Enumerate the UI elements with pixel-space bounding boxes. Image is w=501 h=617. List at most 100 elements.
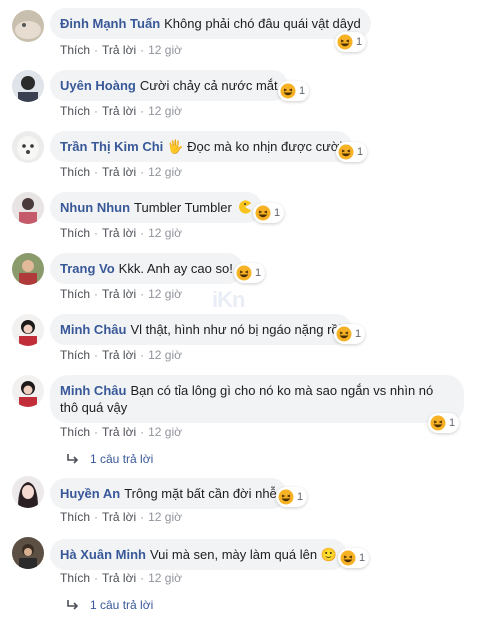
comment-text: 🖐 Đọc mà ko nhịn được cười [167,139,343,154]
comment-author[interactable]: Trần Thị Kim Chi [60,139,163,154]
comment-actions: Thích · Trả lời · 12 giờ [60,43,182,57]
comment-actions: Thích · Trả lời · 12 giờ [60,104,182,118]
comment-bubble: Đinh Mạnh Tuấn Không phải chó đâu quái vậ… [50,8,371,39]
reaction-badge[interactable]: 1 [276,487,308,507]
watermark: iKn [212,287,245,312]
comment-time[interactable]: 12 giờ [148,165,182,179]
haha-icon [336,326,352,342]
reply-link[interactable]: Trả lời [102,425,136,439]
reaction-count: 1 [359,552,366,564]
like-link[interactable]: Thích [60,226,90,240]
avatar[interactable] [12,537,44,569]
reaction-badge[interactable]: 1 [336,142,368,162]
comment-actions: Thích · Trả lời · 12 giờ [60,571,182,585]
comment-actions: Thích · Trả lời · 12 giờ [60,425,182,439]
comment-bubble: Minh Châu Vl thật, hình như nó bị ngáo nặ… [50,314,352,345]
reply-link[interactable]: Trả lời [102,287,136,301]
avatar[interactable] [12,314,44,346]
avatar[interactable] [12,70,44,102]
comment-time[interactable]: 12 giờ [148,104,182,118]
reaction-badge[interactable]: 1 [335,32,367,52]
comment-actions: Thích · Trả lời · 12 giờ [60,287,182,301]
comment-text: Không phải chó đâu quái vật dâyd [164,16,361,31]
comment-author[interactable]: Minh Châu [60,322,126,337]
comment-author[interactable]: Minh Châu [60,383,126,398]
comment-time[interactable]: 12 giờ [148,287,182,301]
comment-text: Vl thật, hình như nó bị ngáo nặng rồi [130,322,342,337]
comment-actions: Thích · Trả lời · 12 giờ [60,226,182,240]
comment-text: Trông mặt bất cần đời nhễ [124,486,277,501]
like-link[interactable]: Thích [60,571,90,585]
reaction-count: 1 [274,207,281,219]
replies-count: 1 câu trả lời [90,598,154,612]
haha-icon [236,265,252,281]
comment-bubble: Hà Xuân Minh Vui mà sen, mày làm quá lên … [50,539,347,570]
comment-time[interactable]: 12 giờ [148,571,182,585]
comment-author[interactable]: Trang Vo [60,261,115,276]
view-replies-link[interactable]: 1 câu trả lời [66,598,153,612]
comment-bubble: Huyền An Trông mặt bất cần đời nhễ [50,478,287,509]
reply-link[interactable]: Trả lời [102,104,136,118]
avatar[interactable] [12,476,44,508]
view-replies-link[interactable]: 1 câu trả lời [66,452,153,466]
comment-text: Vui mà sen, mày làm quá lên 🙂 [149,547,337,562]
comment-actions: Thích · Trả lời · 12 giờ [60,510,182,524]
reply-link[interactable]: Trả lời [102,348,136,362]
like-link[interactable]: Thích [60,165,90,179]
like-link[interactable]: Thích [60,425,90,439]
comment-time[interactable]: 12 giờ [148,510,182,524]
comment-bubble: Uyên Hoàng Cười chảy cả nước mắt [50,70,288,101]
haha-icon [338,144,354,160]
reaction-badge[interactable]: 1 [334,324,366,344]
comment-bubble: Trang Vo Kkk. Anh ay cao so! [50,253,243,284]
like-link[interactable]: Thích [60,104,90,118]
comment-author[interactable]: Hà Xuân Minh [60,547,146,562]
comment-text: Kkk. Anh ay cao so! [118,261,233,276]
reaction-count: 1 [449,417,456,429]
replies-count: 1 câu trả lời [90,452,154,466]
reaction-count: 1 [357,146,364,158]
reaction-count: 1 [299,85,306,97]
reply-link[interactable]: Trả lời [102,571,136,585]
reply-link[interactable]: Trả lời [102,165,136,179]
comment-actions: Thích · Trả lời · 12 giờ [60,165,182,179]
comment-author[interactable]: Đinh Mạnh Tuấn [60,16,160,31]
like-link[interactable]: Thích [60,287,90,301]
reaction-badge[interactable]: 1 [278,81,310,101]
avatar[interactable] [12,253,44,285]
comment-text: Cười chảy cả nước mắt [139,78,278,93]
haha-icon [278,489,294,505]
reaction-badge[interactable]: 1 [253,203,285,223]
like-link[interactable]: Thích [60,348,90,362]
reply-arrow-icon [67,600,79,610]
reaction-count: 1 [255,267,262,279]
reaction-count: 1 [297,491,304,503]
comment-actions: Thích · Trả lời · 12 giờ [60,348,182,362]
reaction-count: 1 [356,36,363,48]
reply-link[interactable]: Trả lời [102,226,136,240]
comment-time[interactable]: 12 giờ [148,43,182,57]
reply-link[interactable]: Trả lời [102,510,136,524]
like-link[interactable]: Thích [60,510,90,524]
haha-icon [337,34,353,50]
avatar[interactable] [12,375,44,407]
comment-author[interactable]: Uyên Hoàng [60,78,136,93]
comment-time[interactable]: 12 giờ [148,348,182,362]
comment-author[interactable]: Nhun Nhun [60,200,130,215]
haha-icon [430,415,446,431]
comment-time[interactable]: 12 giờ [148,425,182,439]
reaction-badge[interactable]: 1 [428,413,460,433]
comment-bubble: Minh Châu Bạn có tỉa lông gì cho nó ko mà… [50,375,464,423]
comment-bubble: Trần Thị Kim Chi 🖐 Đọc mà ko nhịn được cư… [50,131,353,162]
avatar[interactable] [12,131,44,163]
reaction-badge[interactable]: 1 [338,548,370,568]
avatar[interactable] [12,192,44,224]
comment-time[interactable]: 12 giờ [148,226,182,240]
reply-link[interactable]: Trả lời [102,43,136,57]
haha-icon [280,83,296,99]
reaction-count: 1 [355,328,362,340]
avatar[interactable] [12,10,44,42]
comment-author[interactable]: Huyền An [60,486,120,501]
reaction-badge[interactable]: 1 [234,263,266,283]
like-link[interactable]: Thích [60,43,90,57]
